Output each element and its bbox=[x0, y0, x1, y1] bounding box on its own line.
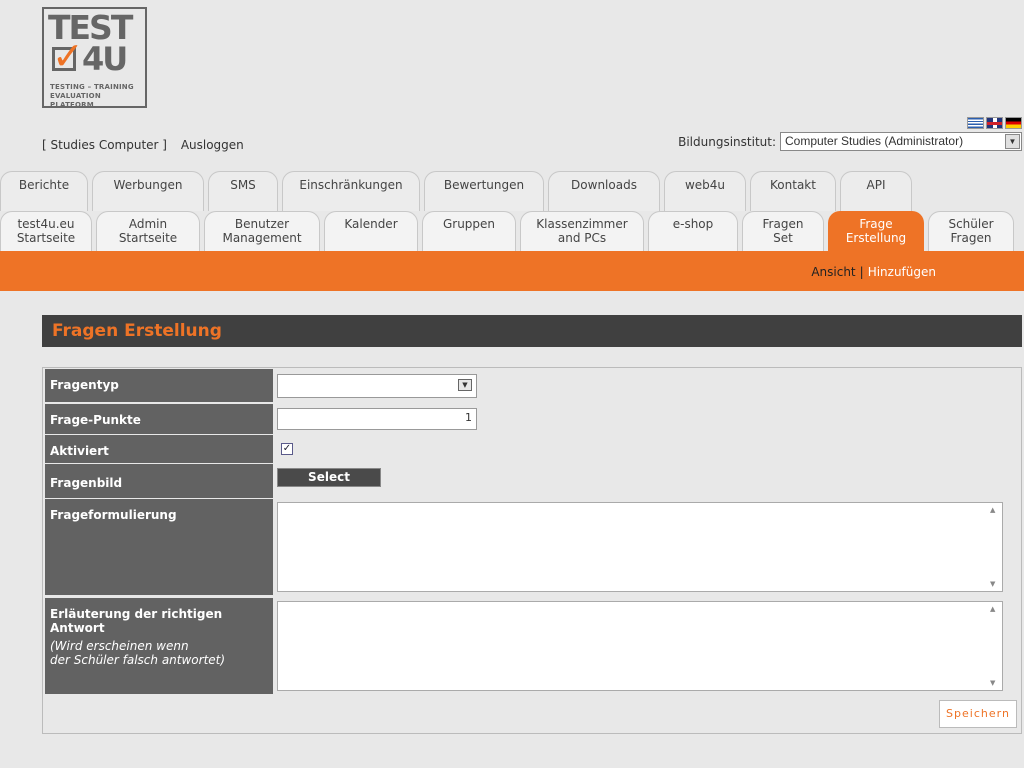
explanation-textarea[interactable]: ▲ ▼ bbox=[277, 601, 1003, 691]
question-type-label: Fragentyp bbox=[45, 369, 273, 402]
tab-frage-erstellung[interactable]: Frage Erstellung bbox=[828, 211, 924, 251]
question-points-input[interactable]: 1 bbox=[277, 408, 477, 430]
tab-label: Werbungen bbox=[113, 178, 183, 192]
logo-tagline-1: TESTING – TRAINING bbox=[50, 83, 134, 91]
active-checkbox[interactable]: ✓ bbox=[281, 443, 293, 455]
explanation-hint-1: (Wird erscheinen wenn bbox=[50, 639, 189, 653]
tab-label: Benutzer Management bbox=[222, 217, 302, 245]
question-text-label: Frageformulierung bbox=[45, 499, 273, 595]
sub-navigation: Ansicht | Hinzufügen bbox=[811, 265, 936, 279]
tab-row-1: Berichte Werbungen SMS Einschränkungen Bewer… bbox=[0, 171, 916, 211]
question-image-label: Fragenbild bbox=[45, 464, 273, 498]
question-points-label: Frage-Punkte bbox=[45, 404, 273, 434]
tab-label: web4u bbox=[684, 178, 726, 192]
tab-werbungen[interactable]: Werbungen bbox=[92, 171, 204, 211]
institute-value: Computer Studies (Administrator) bbox=[785, 134, 964, 148]
tab-bewertungen[interactable]: Bewertungen bbox=[424, 171, 544, 211]
tab-fragen-set[interactable]: Fragen Set bbox=[742, 211, 824, 251]
tab-label: Kontakt bbox=[770, 178, 816, 192]
row-active: Aktiviert bbox=[45, 435, 1020, 463]
question-type-select[interactable]: ▼ bbox=[277, 374, 477, 398]
panel-header: Fragen Erstellung bbox=[42, 315, 1022, 347]
tab-test4u-eu-startseite[interactable]: test4u.eu Startseite bbox=[0, 211, 92, 251]
german-flag-icon[interactable] bbox=[1005, 117, 1022, 129]
tab-downloads[interactable]: Downloads bbox=[548, 171, 660, 211]
greek-flag-icon[interactable] bbox=[967, 117, 984, 129]
test4u-logo: TEST ✓ 4U TESTING – TRAINING EVALUATION … bbox=[42, 7, 147, 110]
tab-row-2: test4u.eu Startseite Admin Startseite Benu… bbox=[0, 211, 1018, 251]
tab-label: Einschränkungen bbox=[299, 178, 403, 192]
textarea-scrollbar[interactable]: ▲ ▼ bbox=[987, 602, 1002, 690]
scroll-up-icon[interactable]: ▲ bbox=[990, 605, 995, 613]
tab-label: Schüler Fragen bbox=[948, 217, 994, 245]
tab-gruppen[interactable]: Gruppen bbox=[422, 211, 516, 251]
logo-text-4u: 4U bbox=[82, 40, 128, 78]
subnav-separator: | bbox=[859, 265, 864, 279]
explanation-title: Erläuterung der richtigen Antwort bbox=[50, 607, 223, 635]
user-bar: [ Studies Computer ] Ausloggen bbox=[42, 138, 254, 152]
select-image-button[interactable]: Select bbox=[277, 468, 381, 487]
row-question-points: Frage-Punkte bbox=[45, 404, 1020, 434]
tab-einschränkungen[interactable]: Einschränkungen bbox=[282, 171, 420, 211]
language-flags bbox=[967, 117, 1022, 129]
uk-flag-icon[interactable] bbox=[986, 117, 1003, 129]
tab-label: Bewertungen bbox=[443, 178, 525, 192]
tab-label: Downloads bbox=[571, 178, 637, 192]
logo-check-icon: ✓ bbox=[52, 34, 84, 78]
tab-berichte[interactable]: Berichte bbox=[0, 171, 88, 211]
view-link[interactable]: Ansicht bbox=[811, 265, 855, 279]
tab-label: API bbox=[866, 178, 886, 192]
tab-admin-startseite[interactable]: Admin Startseite bbox=[96, 211, 200, 251]
tab-kalender[interactable]: Kalender bbox=[324, 211, 418, 251]
save-button[interactable]: Speichern bbox=[939, 700, 1017, 728]
explanation-label: Erläuterung der richtigen Antwort (Wird … bbox=[45, 598, 273, 694]
logout-link[interactable]: Ausloggen bbox=[181, 138, 244, 152]
question-form: Fragentyp ▼ Frage-Punkte 1 Aktiviert ✓ F… bbox=[42, 367, 1022, 734]
tab-schüler-fragen[interactable]: Schüler Fragen bbox=[928, 211, 1014, 251]
tab-label: Klassenzimmer and PCs bbox=[536, 217, 628, 245]
tab-label: Kalender bbox=[344, 217, 398, 231]
tab-label: Berichte bbox=[18, 178, 70, 192]
logo-tagline: TESTING – TRAINING EVALUATION PLATFORM bbox=[50, 83, 145, 110]
chevron-down-icon[interactable]: ▼ bbox=[458, 379, 472, 391]
institute-selector: Bildungsinstitut: Computer Studies (Admi… bbox=[678, 132, 1022, 151]
tab-label: e-shop bbox=[672, 217, 714, 231]
row-question-image: Fragenbild bbox=[45, 464, 1020, 498]
tab-benutzer-management[interactable]: Benutzer Management bbox=[204, 211, 320, 251]
question-text-textarea[interactable]: ▲ ▼ bbox=[277, 502, 1003, 592]
tab-label: SMS bbox=[230, 178, 256, 192]
tab-web4u[interactable]: web4u bbox=[664, 171, 746, 211]
textarea-scrollbar[interactable]: ▲ ▼ bbox=[987, 503, 1002, 591]
institute-select[interactable]: Computer Studies (Administrator) ▼ bbox=[780, 132, 1022, 151]
page-title: Fragen Erstellung bbox=[52, 321, 222, 341]
scroll-down-icon[interactable]: ▼ bbox=[990, 679, 995, 687]
institute-label: Bildungsinstitut: bbox=[678, 134, 776, 149]
active-label: Aktiviert bbox=[45, 435, 273, 463]
tab-api[interactable]: API bbox=[840, 171, 912, 211]
tab-label: Frage Erstellung bbox=[845, 217, 907, 245]
tab-label: Gruppen bbox=[442, 217, 496, 231]
user-name-link[interactable]: [ Studies Computer ] bbox=[42, 138, 167, 152]
scroll-up-icon[interactable]: ▲ bbox=[990, 506, 995, 514]
tab-label: Fragen Set bbox=[762, 217, 804, 245]
logo-tagline-2: EVALUATION PLATFORM bbox=[50, 92, 101, 109]
scroll-down-icon[interactable]: ▼ bbox=[990, 580, 995, 588]
explanation-hint-2: der Schüler falsch antwortet) bbox=[50, 653, 226, 667]
row-question-type: Fragentyp bbox=[45, 369, 1020, 402]
chevron-down-icon[interactable]: ▼ bbox=[1005, 134, 1020, 149]
tab-kontakt[interactable]: Kontakt bbox=[750, 171, 836, 211]
tab-klassenzimmer-and-pcs[interactable]: Klassenzimmer and PCs bbox=[520, 211, 644, 251]
tab-label: Admin Startseite bbox=[118, 217, 178, 245]
add-link[interactable]: Hinzufügen bbox=[868, 265, 936, 279]
tab-sms[interactable]: SMS bbox=[208, 171, 278, 211]
tab-e-shop[interactable]: e-shop bbox=[648, 211, 738, 251]
tab-label: test4u.eu Startseite bbox=[16, 217, 76, 245]
